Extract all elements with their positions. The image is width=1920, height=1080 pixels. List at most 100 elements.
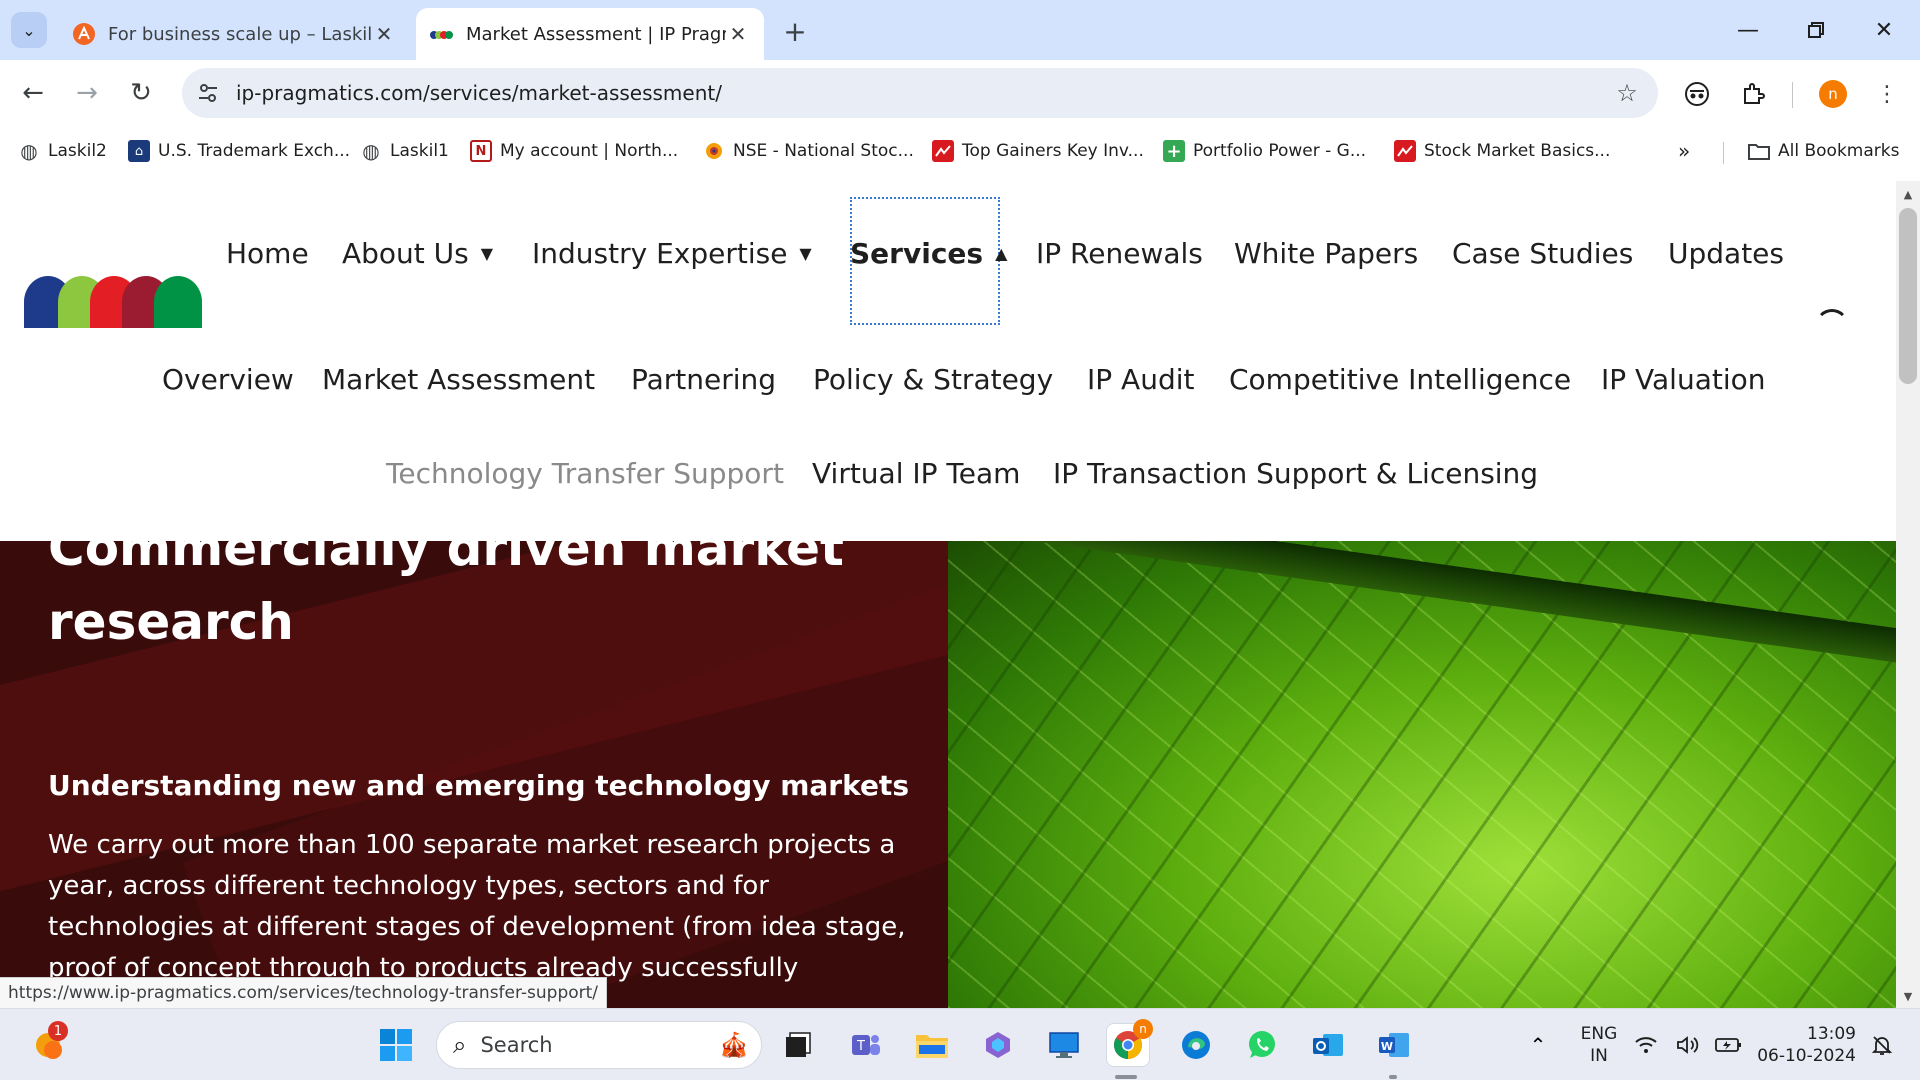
- task-view-icon[interactable]: [776, 1023, 820, 1067]
- language-indicator[interactable]: ENG IN: [1574, 1023, 1624, 1067]
- nav-ip-renewals[interactable]: IP Renewals: [1036, 233, 1203, 273]
- volume-icon[interactable]: [1672, 1023, 1704, 1067]
- profile-avatar[interactable]: n: [1819, 80, 1847, 108]
- bookmark-top-gainers[interactable]: Top Gainers Key Inv...: [932, 136, 1144, 166]
- bookmark-stock-market-basics[interactable]: Stock Market Basics...: [1394, 136, 1610, 166]
- whatsapp-icon[interactable]: [1240, 1023, 1284, 1067]
- nav-services[interactable]: Services ▲: [850, 233, 1007, 273]
- close-window-icon[interactable]: ✕: [1864, 10, 1904, 50]
- tab-search-button[interactable]: ⌄: [11, 12, 47, 48]
- submenu-partnering[interactable]: Partnering: [631, 359, 776, 399]
- taskbar-search-box[interactable]: ⌕ Search 🎪: [436, 1021, 762, 1069]
- bookmarks-overflow-button[interactable]: »: [1678, 136, 1690, 166]
- nav-industry-expertise[interactable]: Industry Expertise ▼: [532, 233, 812, 273]
- weather-badge: 1: [48, 1021, 68, 1041]
- bookmark-laskil2[interactable]: ◍ Laskil2: [18, 136, 107, 166]
- more-menu-icon[interactable]: ⋮: [1871, 78, 1903, 110]
- copilot-icon[interactable]: [976, 1023, 1020, 1067]
- wifi-icon[interactable]: [1630, 1023, 1662, 1067]
- notifications-bell-icon[interactable]: [1866, 1023, 1898, 1067]
- new-tab-plus-icon[interactable]: +: [780, 15, 810, 48]
- scrollbar-thumb[interactable]: [1899, 208, 1917, 384]
- submenu-competitive-intelligence[interactable]: Competitive Intelligence: [1229, 359, 1571, 399]
- clock[interactable]: 13:09 06-10-2024: [1756, 1023, 1856, 1067]
- laskil-favicon-icon: [72, 22, 96, 46]
- scroll-down-icon[interactable]: ▼: [1900, 988, 1916, 1004]
- submenu-ip-transaction-support[interactable]: IP Transaction Support & Licensing: [1053, 453, 1538, 493]
- bookmark-star-icon[interactable]: ☆: [1612, 78, 1642, 108]
- remote-desktop-icon[interactable]: [1042, 1023, 1086, 1067]
- reload-icon[interactable]: ↻: [122, 74, 160, 112]
- bookmark-label: U.S. Trademark Exch...: [158, 141, 351, 161]
- region-code: IN: [1590, 1046, 1608, 1066]
- toolbar-separator: [1792, 82, 1793, 108]
- close-tab-icon[interactable]: ✕: [372, 22, 396, 46]
- submenu-ip-valuation[interactable]: IP Valuation: [1601, 359, 1766, 399]
- leaf-vein-shape: [948, 541, 1896, 689]
- nav-label: Case Studies: [1452, 236, 1634, 270]
- taskbar-search-placeholder: Search: [480, 1033, 553, 1057]
- nav-white-papers[interactable]: White Papers: [1234, 233, 1418, 273]
- word-active-indicator: [1389, 1075, 1397, 1079]
- show-hidden-icons-chevron-up-icon[interactable]: ⌃: [1516, 1023, 1560, 1067]
- close-tab-icon[interactable]: ✕: [726, 22, 750, 46]
- northwestern-n-icon: N: [470, 140, 492, 162]
- link-status-url: https://www.ip-pragmatics.com/services/t…: [0, 977, 608, 1008]
- nav-updates[interactable]: Updates: [1668, 233, 1784, 273]
- address-bar[interactable]: ip-pragmatics.com/services/market-assess…: [182, 68, 1658, 118]
- browser-toolbar: ← → ↻ ip-pragmatics.com/services/market-…: [0, 60, 1920, 188]
- scroll-up-icon[interactable]: ▲: [1900, 186, 1916, 202]
- caret-down-icon: ▼: [480, 243, 494, 263]
- bookmark-portfolio-power[interactable]: + Portfolio Power - G...: [1163, 136, 1366, 166]
- nav-home[interactable]: Home: [226, 233, 309, 273]
- bookmark-laskil1[interactable]: ◍ Laskil1: [360, 136, 449, 166]
- submenu-virtual-ip-team[interactable]: Virtual IP Team: [812, 453, 1020, 493]
- back-arrow-icon[interactable]: ←: [14, 74, 52, 112]
- file-explorer-icon[interactable]: [910, 1023, 954, 1067]
- nav-label: White Papers: [1234, 236, 1419, 270]
- chrome-active-indicator: [1115, 1075, 1137, 1079]
- chart-mountain-icon: [1394, 140, 1416, 162]
- bookmark-us-trademark[interactable]: ⌂ U.S. Trademark Exch...: [128, 136, 350, 166]
- extensions-puzzle-icon[interactable]: [1737, 78, 1769, 110]
- forward-arrow-icon[interactable]: →: [68, 74, 106, 112]
- bookmark-label: Stock Market Basics...: [1424, 141, 1611, 161]
- submenu-technology-transfer-support[interactable]: Technology Transfer Support: [386, 453, 784, 493]
- word-icon[interactable]: W: [1372, 1023, 1416, 1067]
- loading-search-icon[interactable]: [1815, 309, 1849, 343]
- nav-case-studies[interactable]: Case Studies: [1452, 233, 1633, 273]
- submenu-policy-strategy[interactable]: Policy & Strategy: [813, 359, 1053, 399]
- submenu-market-assessment[interactable]: Market Assessment: [322, 359, 595, 399]
- bookmark-my-account[interactable]: N My account | North...: [470, 136, 678, 166]
- nav-label: IP Renewals: [1036, 236, 1203, 270]
- nav-label: About Us: [342, 236, 469, 270]
- incognito-extension-icon[interactable]: [1681, 78, 1713, 110]
- nav-label: Industry Expertise: [532, 236, 788, 270]
- clock-date: 06-10-2024: [1757, 1046, 1856, 1066]
- hero-subheading: Understanding new and emerging technolog…: [48, 769, 909, 802]
- search-icon: ⌕: [453, 1031, 467, 1059]
- language-code: ENG: [1580, 1024, 1618, 1044]
- submenu-overview[interactable]: Overview: [162, 359, 294, 399]
- site-settings-icon[interactable]: [194, 79, 222, 107]
- edge-icon[interactable]: [1174, 1023, 1218, 1067]
- bookmark-label: My account | North...: [500, 141, 679, 161]
- uspto-building-icon: ⌂: [128, 140, 150, 162]
- outlook-icon[interactable]: [1306, 1023, 1350, 1067]
- ip-pragmatics-logo[interactable]: [24, 276, 202, 328]
- tab-market-assessment[interactable]: Market Assessment | IP Pragma ✕: [416, 8, 764, 60]
- nav-about-us[interactable]: About Us ▼: [342, 233, 493, 273]
- chevron-down-icon: ⌄: [22, 20, 36, 40]
- windows-start-icon[interactable]: [374, 1023, 418, 1067]
- windows-taskbar: 1 ⌕ Search 🎪 T n W ⌃ ENG IN 13:09 06-10-…: [0, 1008, 1920, 1080]
- tab-title: For business scale up – Laskil: [108, 23, 372, 45]
- minimize-icon[interactable]: —: [1728, 10, 1768, 50]
- restore-icon[interactable]: [1796, 10, 1836, 50]
- teams-icon[interactable]: T: [844, 1023, 888, 1067]
- all-bookmarks-button[interactable]: All Bookmarks: [1748, 136, 1899, 166]
- caret-up-icon: ▲: [995, 243, 1008, 263]
- submenu-ip-audit[interactable]: IP Audit: [1087, 359, 1194, 399]
- bookmark-nse[interactable]: NSE - National Stoc...: [703, 136, 914, 166]
- tab-laskil[interactable]: For business scale up – Laskil ✕: [58, 8, 410, 60]
- battery-icon[interactable]: [1712, 1023, 1746, 1067]
